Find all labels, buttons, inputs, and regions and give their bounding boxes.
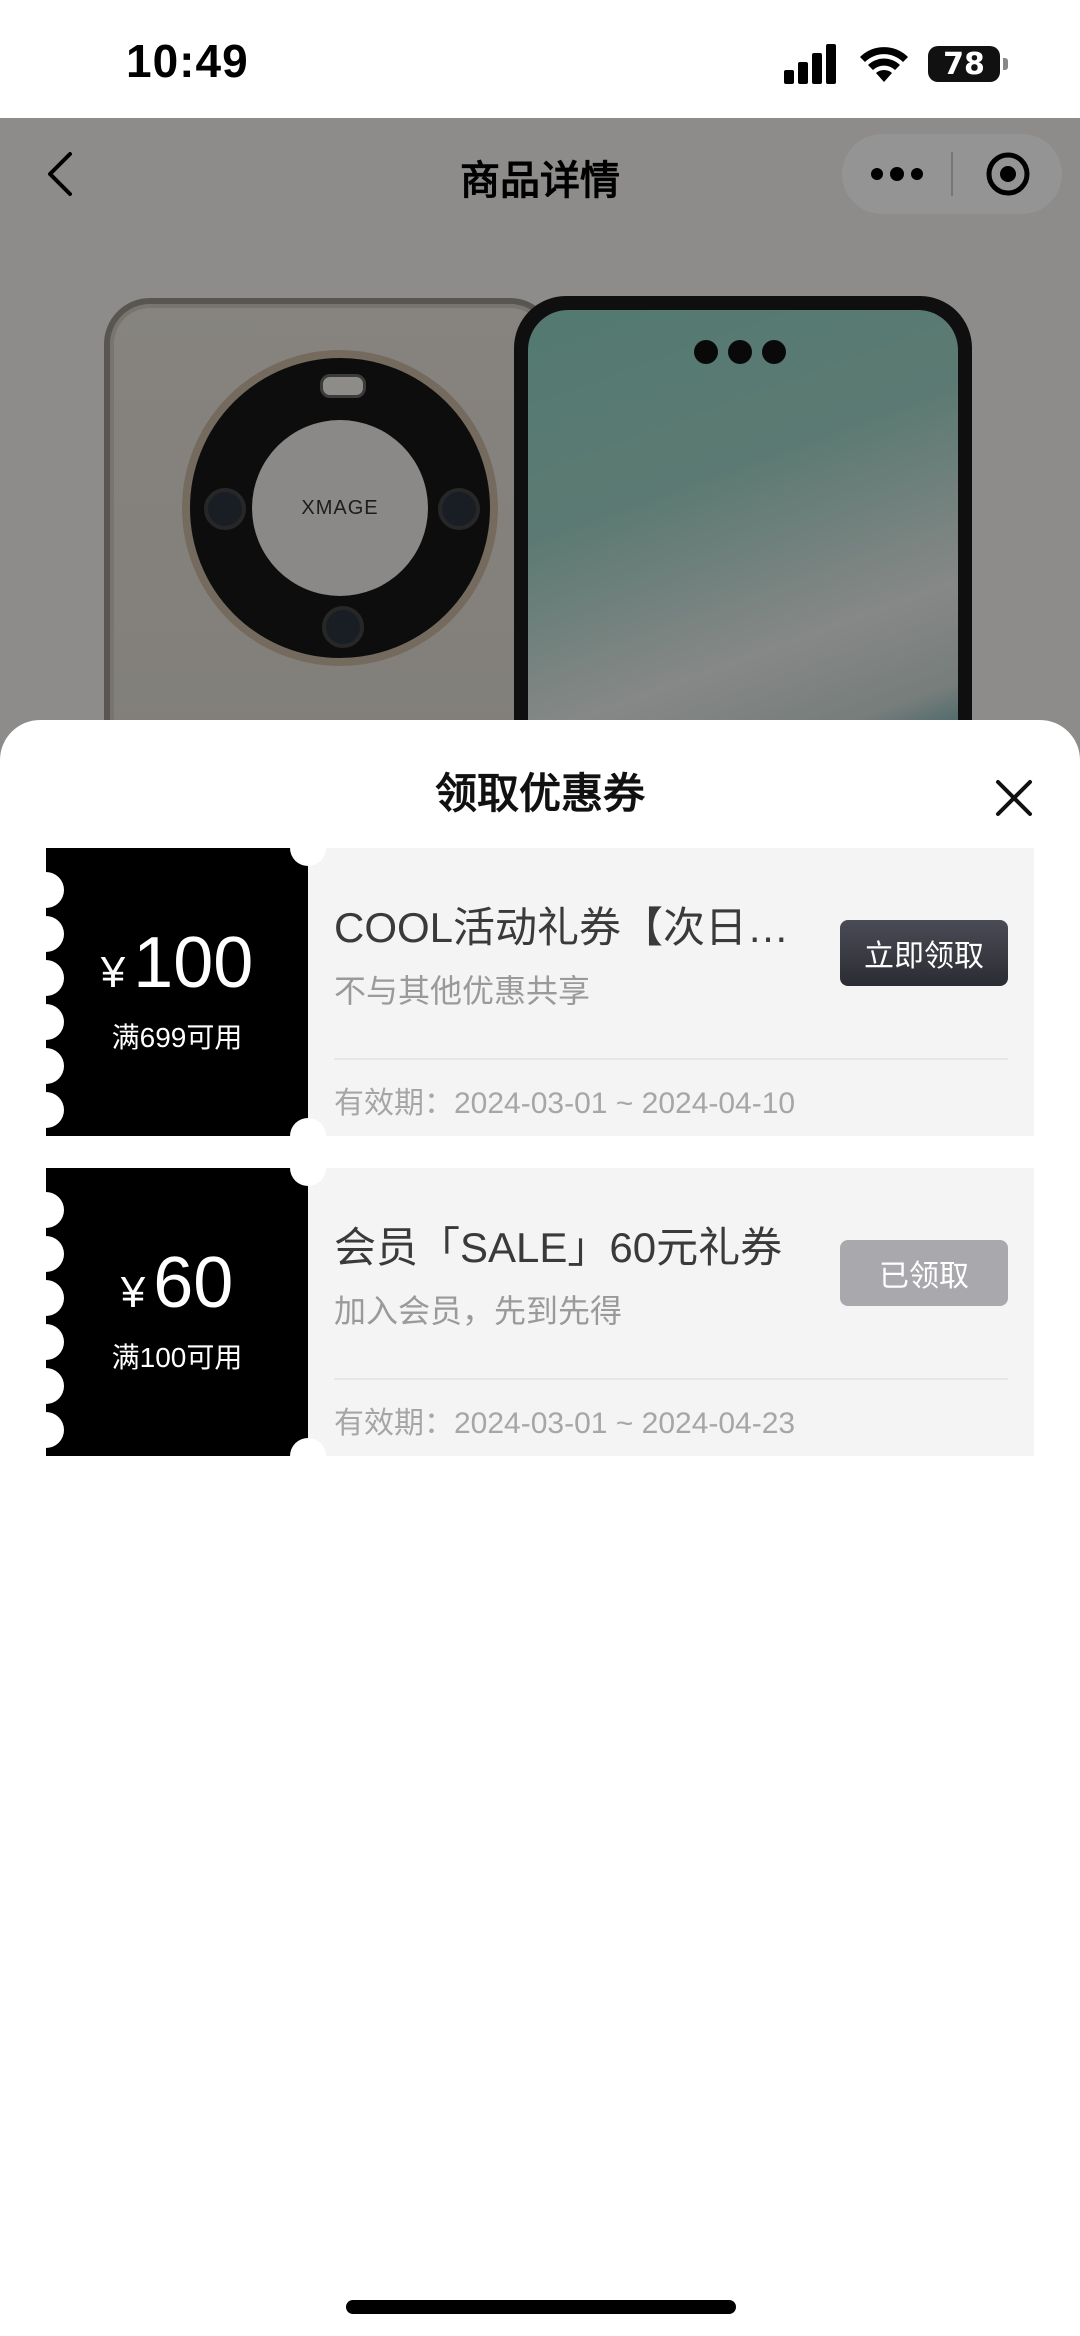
close-icon — [996, 780, 1032, 816]
currency-symbol: ¥ — [100, 948, 126, 997]
claim-button[interactable]: 立即领取 — [840, 920, 1008, 986]
close-button[interactable] — [984, 768, 1044, 828]
coupon-validity: 有效期：2024-03-01 ~ 2024-04-10 — [334, 1087, 796, 1120]
status-bar: 10:49 78 — [0, 0, 1080, 118]
claimed-button[interactable]: 已领取 — [840, 1240, 1008, 1306]
coupon-stub: ¥ 100 满699可用 — [28, 848, 308, 1136]
coupon-card: ¥ 60 满100可用 会员「SALE」60元礼券 加入会员，先到先得 已领取 … — [28, 1150, 1034, 1474]
coupon-stub: ¥ 60 满100可用 — [28, 1168, 308, 1456]
battery-icon: 78 — [928, 46, 1008, 82]
coupon-sheet: 领取优惠券 ¥ 100 满699可用 COOL活动礼券【次日… 不与其他优惠共享… — [0, 720, 1080, 2336]
coupon-condition: 满100可用 — [111, 1342, 243, 1373]
sheet-title: 领取优惠券 — [434, 770, 645, 817]
divider — [334, 1058, 1008, 1060]
wifi-icon — [860, 47, 908, 82]
battery-level: 78 — [943, 46, 985, 82]
coupon-name: 会员「SALE」60元礼券 — [334, 1224, 783, 1271]
coupon-amount: 60 — [153, 1243, 234, 1323]
status-icons: 78 — [782, 40, 1008, 88]
coupon-name: COOL活动礼券【次日… — [334, 904, 790, 951]
home-indicator — [346, 2300, 736, 2314]
status-time: 10:49 — [126, 35, 249, 87]
signal-icon — [784, 44, 836, 84]
coupon-card: ¥ 100 满699可用 COOL活动礼券【次日… 不与其他优惠共享 立即领取 … — [28, 830, 1034, 1154]
coupon-description: 不与其他优惠共享 — [334, 973, 591, 1009]
currency-symbol: ¥ — [120, 1268, 146, 1317]
coupon-condition: 满699可用 — [111, 1022, 243, 1053]
coupon-amount: 100 — [133, 923, 254, 1003]
coupon-description: 加入会员，先到先得 — [334, 1293, 623, 1329]
coupon-validity: 有效期：2024-03-01 ~ 2024-04-23 — [334, 1407, 796, 1440]
divider — [334, 1378, 1008, 1380]
